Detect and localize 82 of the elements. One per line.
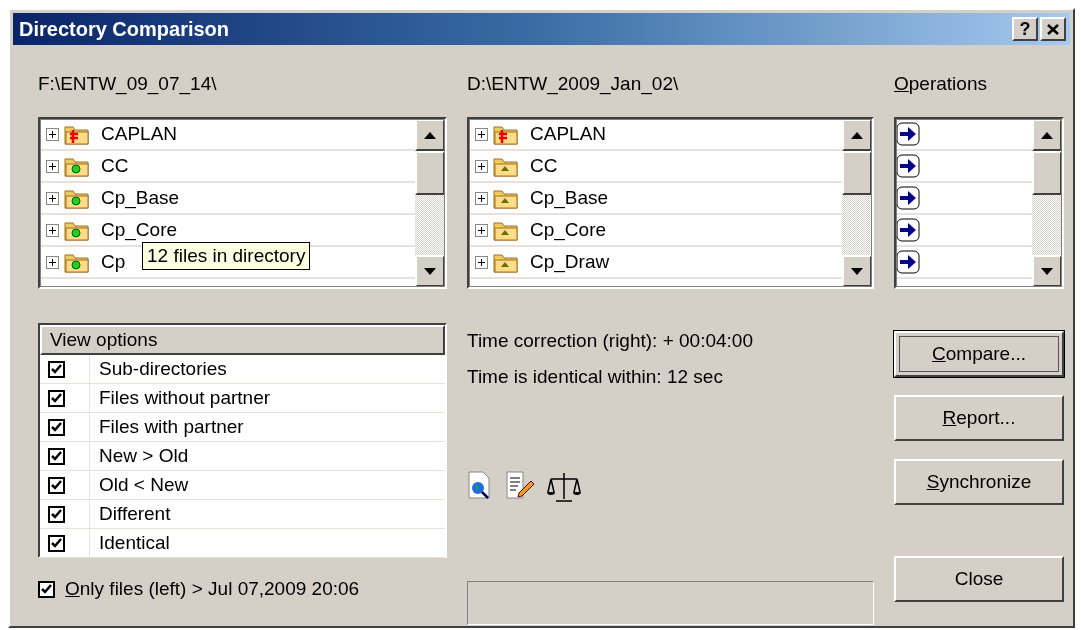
expand-icon[interactable] [46, 159, 59, 173]
dialog-button[interactable]: Synchronize [894, 459, 1064, 505]
checkbox[interactable] [38, 580, 55, 598]
folder-row[interactable]: CC [40, 151, 415, 183]
scales-icon[interactable] [547, 471, 581, 503]
folder-name: CC [101, 155, 129, 177]
operations-label: Operations [894, 72, 988, 96]
triangle-up-icon [424, 131, 436, 139]
right-path: D:\ENTW_2009_Jan_02\ [467, 72, 680, 97]
folder-name: Cp_Draw [530, 251, 610, 273]
expand-icon[interactable] [475, 223, 488, 237]
window-title: Directory Comparison [19, 17, 230, 41]
folder-name: CAPLAN [101, 123, 178, 145]
scroll-up-button[interactable] [415, 119, 445, 151]
expand-icon[interactable] [46, 255, 59, 269]
triangle-up-icon [1041, 131, 1053, 139]
scroll-down-button[interactable] [1032, 255, 1062, 287]
scroll-up-button[interactable] [1032, 119, 1062, 151]
folder-name: Cp_Base [101, 187, 180, 209]
checkbox[interactable] [48, 476, 65, 494]
option-label: Sub-directories [98, 357, 227, 381]
arrow-right-icon[interactable] [896, 186, 920, 210]
checkbox-label[interactable]: Only files (left) > Jul 07,2009 20:06 [65, 578, 360, 600]
option-label: Files without partner [98, 386, 271, 410]
scroll-down-button[interactable] [415, 255, 445, 287]
option-label: Different [98, 502, 171, 526]
info-text: Time correction (right): + 00:04:00 [467, 329, 754, 353]
folder-row[interactable]: Cp_Base [469, 183, 842, 215]
folder-row[interactable]: Cp_Base [40, 183, 415, 215]
arrow-right-icon[interactable] [896, 154, 920, 178]
option-label: Identical [98, 531, 170, 555]
expand-icon[interactable] [475, 191, 488, 205]
folder-row[interactable]: CAPLAN [469, 119, 842, 151]
expand-icon[interactable] [46, 223, 59, 237]
checkbox[interactable] [48, 360, 65, 378]
folder-name: Cp_Core [101, 219, 178, 241]
folder-row[interactable]: Cp_Core [469, 215, 842, 247]
expand-icon[interactable] [475, 255, 488, 269]
folder-name: Cp_Base [530, 187, 609, 209]
option-label: New > Old [98, 444, 189, 468]
checkbox[interactable] [48, 418, 65, 436]
triangle-up-icon [851, 131, 863, 139]
expand-icon[interactable] [46, 127, 59, 141]
document-pencil-icon[interactable] [505, 471, 535, 499]
tooltip: 12 files in directory [142, 242, 311, 270]
close-icon [1047, 23, 1059, 35]
scroll-up-button[interactable] [842, 119, 872, 151]
dialog-button[interactable]: Close [894, 556, 1064, 602]
help-button[interactable]: ? [1012, 17, 1038, 41]
expand-icon[interactable] [46, 191, 59, 205]
info-text: Time is identical within: 12 sec [467, 365, 724, 389]
triangle-down-icon [1041, 267, 1053, 275]
left-path: F:\ENTW_09_07_14\ [38, 72, 218, 97]
folder-name: CC [530, 155, 558, 177]
scroll-thumb[interactable] [415, 151, 445, 195]
folder-row[interactable]: Cp_Draw [469, 247, 842, 279]
arrow-right-icon[interactable] [896, 250, 920, 274]
checkbox[interactable] [48, 505, 65, 523]
folder-row[interactable]: CC [469, 151, 842, 183]
checkbox[interactable] [48, 447, 65, 465]
option-label: Old < New [98, 473, 189, 497]
folder-row[interactable]: CAPLAN [40, 119, 415, 151]
arrow-right-icon[interactable] [896, 122, 920, 146]
dialog-button[interactable]: Report... [894, 395, 1064, 441]
triangle-down-icon [424, 267, 436, 275]
arrow-right-icon[interactable] [896, 218, 920, 242]
expand-icon[interactable] [475, 127, 488, 141]
folder-name: Cp [101, 251, 126, 273]
folder-name: Cp_Core [530, 219, 607, 241]
column-header[interactable]: View options [40, 325, 445, 355]
option-label: Files with partner [98, 415, 244, 439]
dialog-button[interactable]: Compare... [894, 331, 1064, 377]
scroll-thumb[interactable] [842, 151, 872, 195]
folder-name: CAPLAN [530, 123, 607, 145]
checkbox[interactable] [48, 389, 65, 407]
checkbox[interactable] [48, 534, 65, 552]
scroll-down-button[interactable] [842, 255, 872, 287]
scroll-thumb[interactable] [1032, 151, 1062, 195]
expand-icon[interactable] [475, 159, 488, 173]
triangle-down-icon [851, 267, 863, 275]
document-globe-icon[interactable] [467, 471, 493, 499]
close-button[interactable] [1040, 17, 1066, 41]
